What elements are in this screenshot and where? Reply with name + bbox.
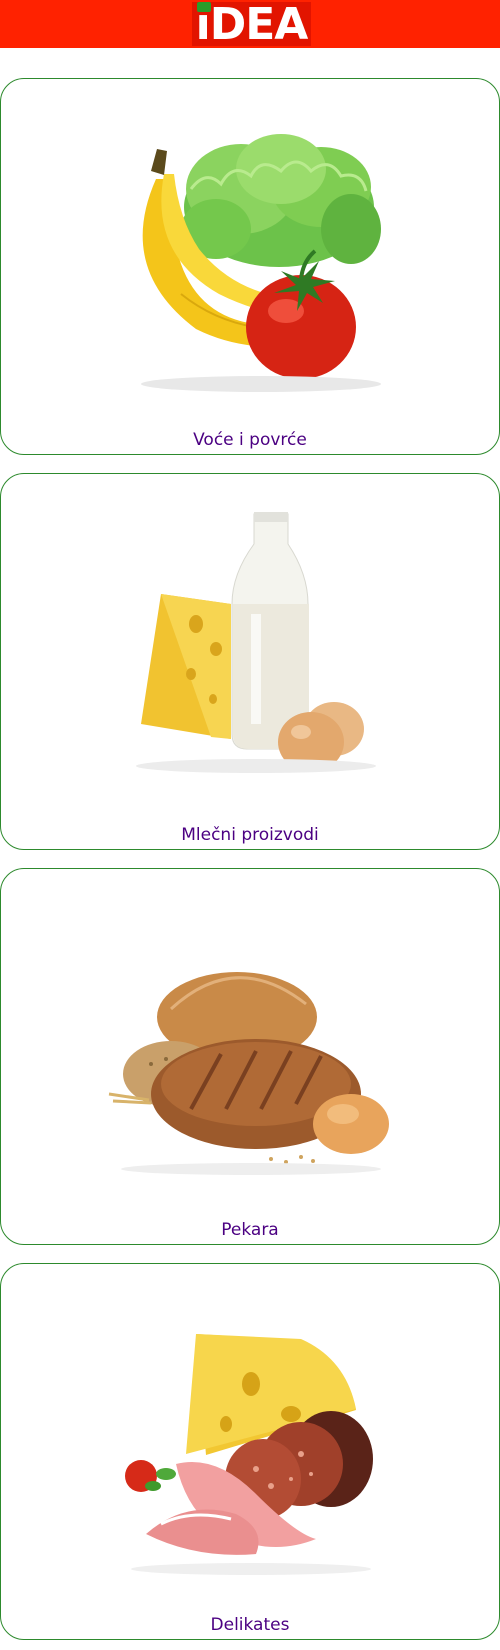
- category-label: Mlečni proizvodi: [181, 825, 319, 845]
- deli-meats-cheese-image: [125, 1334, 373, 1575]
- logo-letter-i: ı: [195, 0, 211, 50]
- category-label: Voće i povrće: [193, 430, 307, 450]
- bakery-bread-image: [108, 972, 389, 1175]
- logo-green-dot: [196, 1, 211, 12]
- fruit-vegetables-image: [141, 134, 381, 392]
- category-card-dairy[interactable]: Mlečni proizvodi: [0, 473, 500, 850]
- category-card-bakery[interactable]: Pekara: [0, 868, 500, 1245]
- category-card-deli[interactable]: Delikates: [0, 1263, 500, 1640]
- idea-logo[interactable]: ı DEA: [192, 0, 311, 50]
- app-header: ı DEA: [0, 0, 500, 50]
- dairy-products-image: [136, 512, 376, 773]
- category-label: Delikates: [210, 1615, 290, 1635]
- category-label: Pekara: [221, 1220, 279, 1240]
- category-card-fruit-vegetables[interactable]: Voće i povrće: [0, 78, 500, 455]
